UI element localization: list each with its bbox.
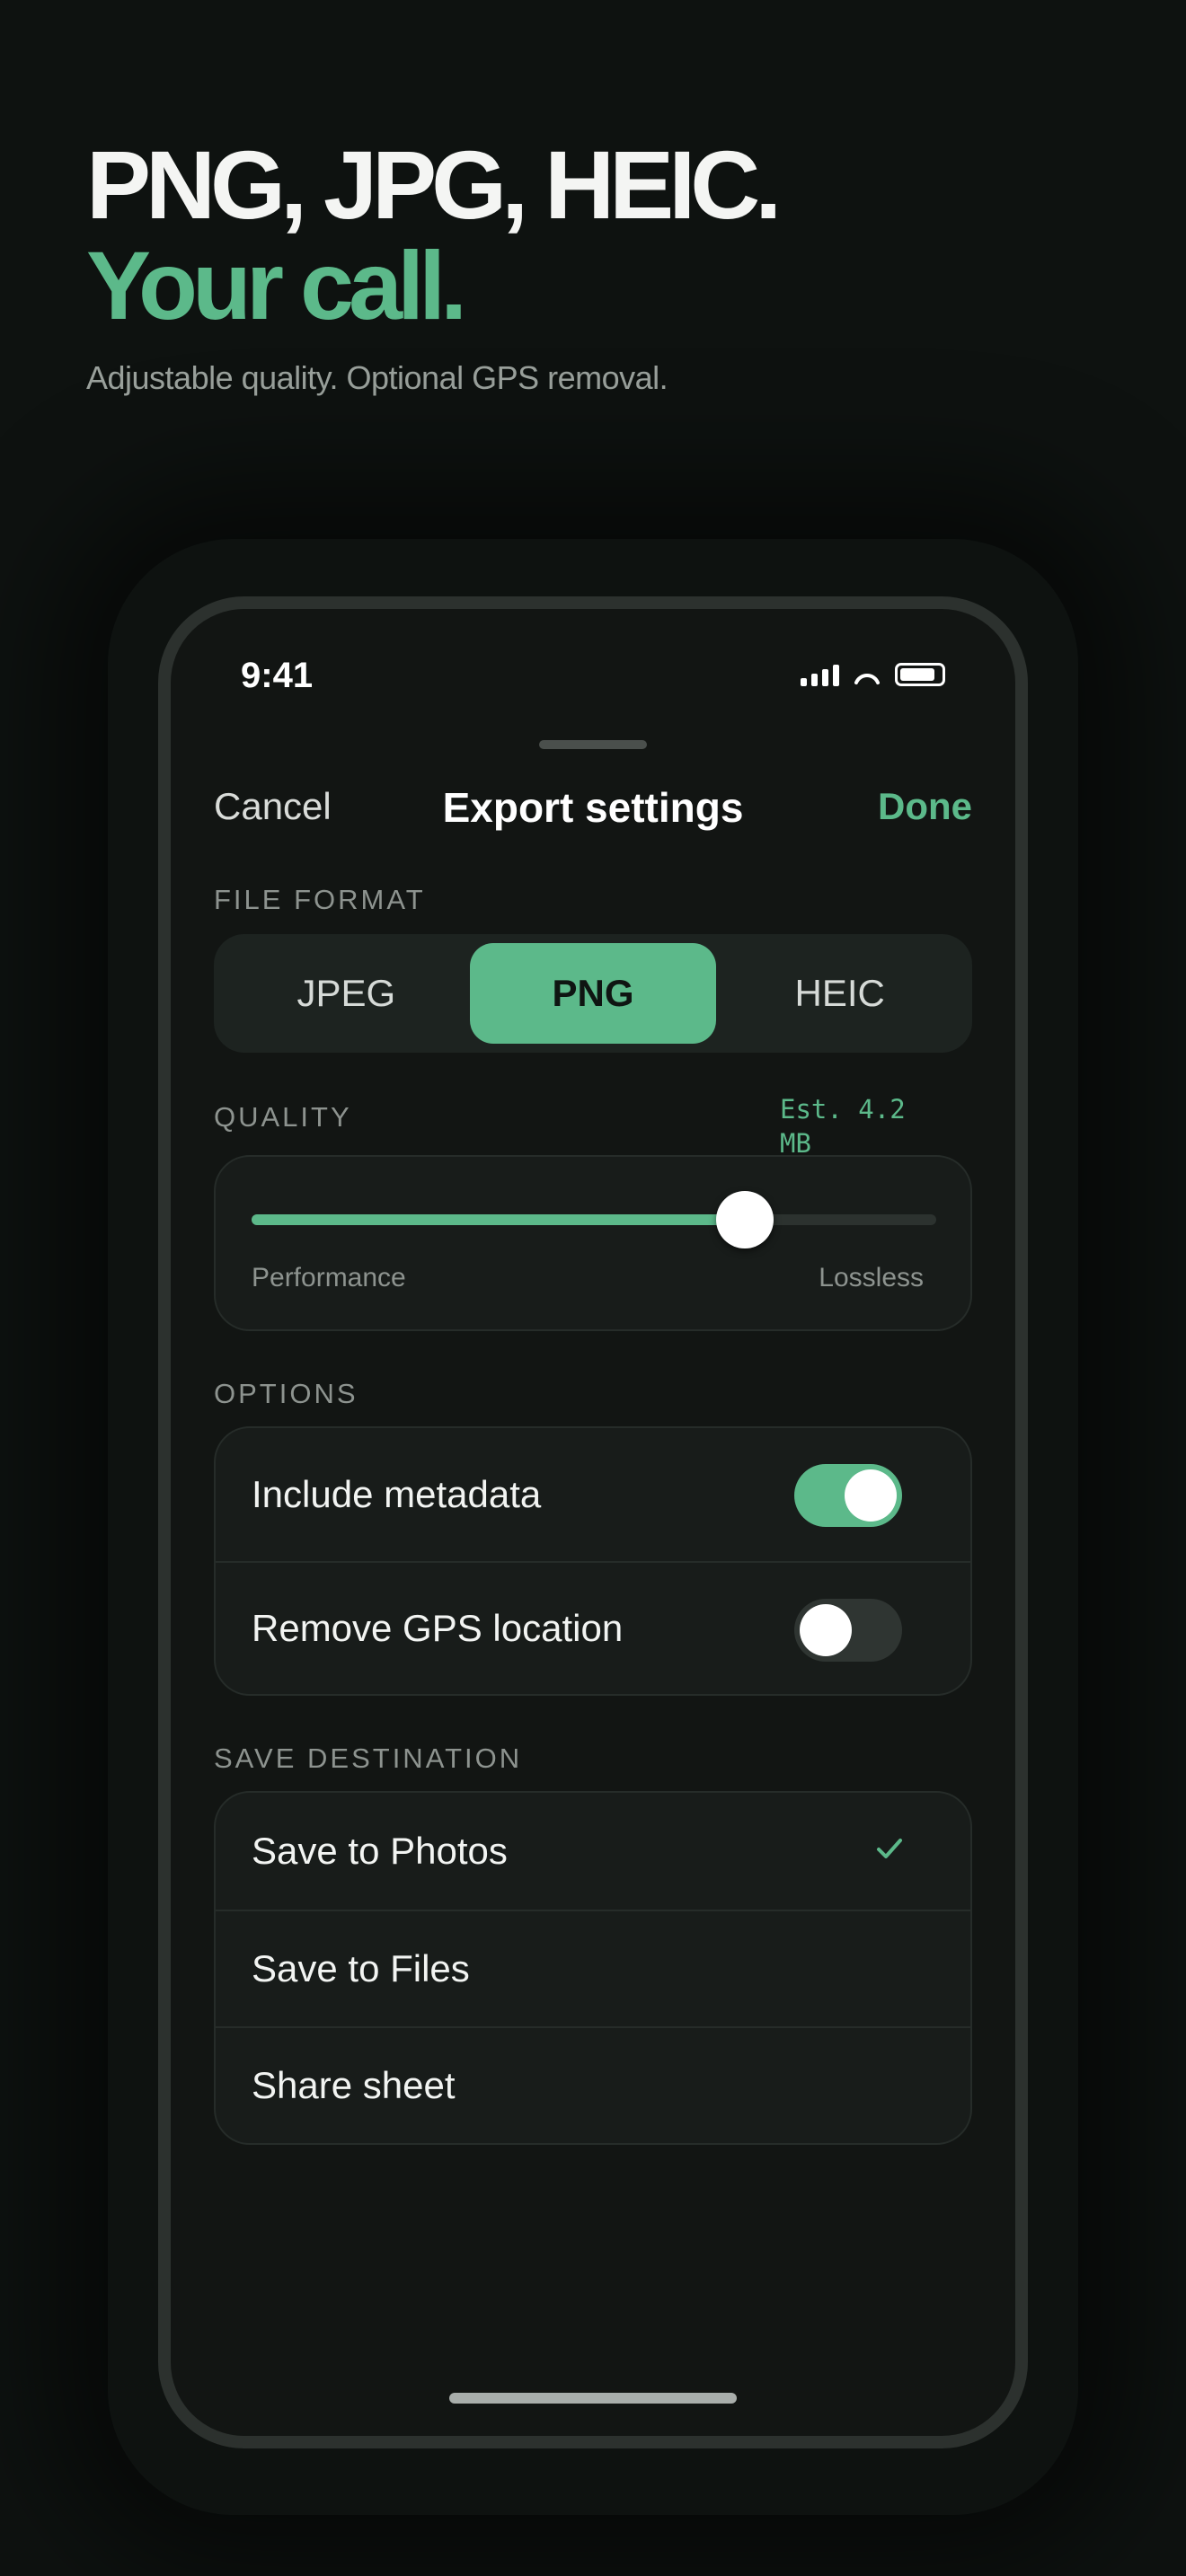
file-format-segmented-control: JPEG PNG HEIC — [214, 934, 972, 1053]
status-bar: 9:41 — [171, 609, 1015, 717]
headline-line-2: Your call. — [86, 231, 467, 340]
save-destination-card: Save to Photos Save to Files Share sheet — [214, 1791, 972, 2145]
headline-subtitle: Adjustable quality. Optional GPS removal… — [86, 359, 668, 396]
option-row-remove-gps: Remove GPS location — [216, 1561, 970, 1694]
quality-card: Performance Lossless — [214, 1155, 972, 1331]
file-format-label: FILE FORMAT — [214, 884, 426, 915]
destination-save-to-files[interactable]: Save to Files — [216, 1910, 970, 2026]
segment-png[interactable]: PNG — [469, 943, 717, 1044]
include-metadata-toggle[interactable] — [794, 1464, 902, 1527]
toggle-knob — [845, 1469, 897, 1522]
destination-save-to-photos[interactable]: Save to Photos — [216, 1793, 970, 1910]
slider-max-label: Lossless — [819, 1263, 924, 1292]
destination-label: Save to Photos — [252, 1830, 508, 1872]
option-row-include-metadata: Include metadata — [216, 1428, 970, 1561]
slider-min-label: Performance — [252, 1263, 406, 1292]
checkmark-icon — [877, 1839, 902, 1858]
home-indicator — [449, 2393, 737, 2404]
sheet-grabber[interactable] — [539, 740, 647, 749]
destination-share-sheet[interactable]: Share sheet — [216, 2026, 970, 2143]
options-label: OPTIONS — [214, 1378, 358, 1409]
save-destination-label: SAVE DESTINATION — [214, 1742, 523, 1774]
quality-slider[interactable] — [252, 1191, 936, 1248]
nav-bar: Cancel Export settings Done — [171, 771, 1015, 842]
segment-jpeg[interactable]: JPEG — [223, 943, 470, 1044]
destination-label: Save to Files — [252, 1947, 470, 1989]
destination-label: Share sheet — [252, 2064, 456, 2106]
quality-slider-fill — [252, 1214, 745, 1225]
wifi-icon — [854, 674, 880, 684]
estimated-size: Est. 4.2 MB — [780, 1094, 906, 1159]
cellular-signal-icon — [801, 663, 839, 686]
status-icons — [801, 661, 945, 686]
phone-frame: 9:41 Cancel Export settings Done FILE FO… — [158, 596, 1028, 2448]
headline-line-1: PNG, JPG, HEIC. — [86, 130, 782, 239]
segment-heic[interactable]: HEIC — [716, 943, 963, 1044]
option-label: Include metadata — [252, 1473, 542, 1515]
quality-label: QUALITY — [214, 1101, 352, 1133]
status-time: 9:41 — [241, 656, 314, 695]
option-label: Remove GPS location — [252, 1607, 624, 1649]
marketing-headline: PNG, JPG, HEIC. Your call. Adjustable qu… — [86, 135, 1120, 397]
done-button[interactable]: Done — [878, 785, 972, 828]
quality-slider-thumb[interactable] — [715, 1191, 774, 1248]
remove-gps-toggle[interactable] — [794, 1599, 902, 1662]
toggle-knob — [800, 1604, 852, 1656]
options-card: Include metadata Remove GPS location — [214, 1426, 972, 1696]
battery-icon — [895, 663, 945, 686]
